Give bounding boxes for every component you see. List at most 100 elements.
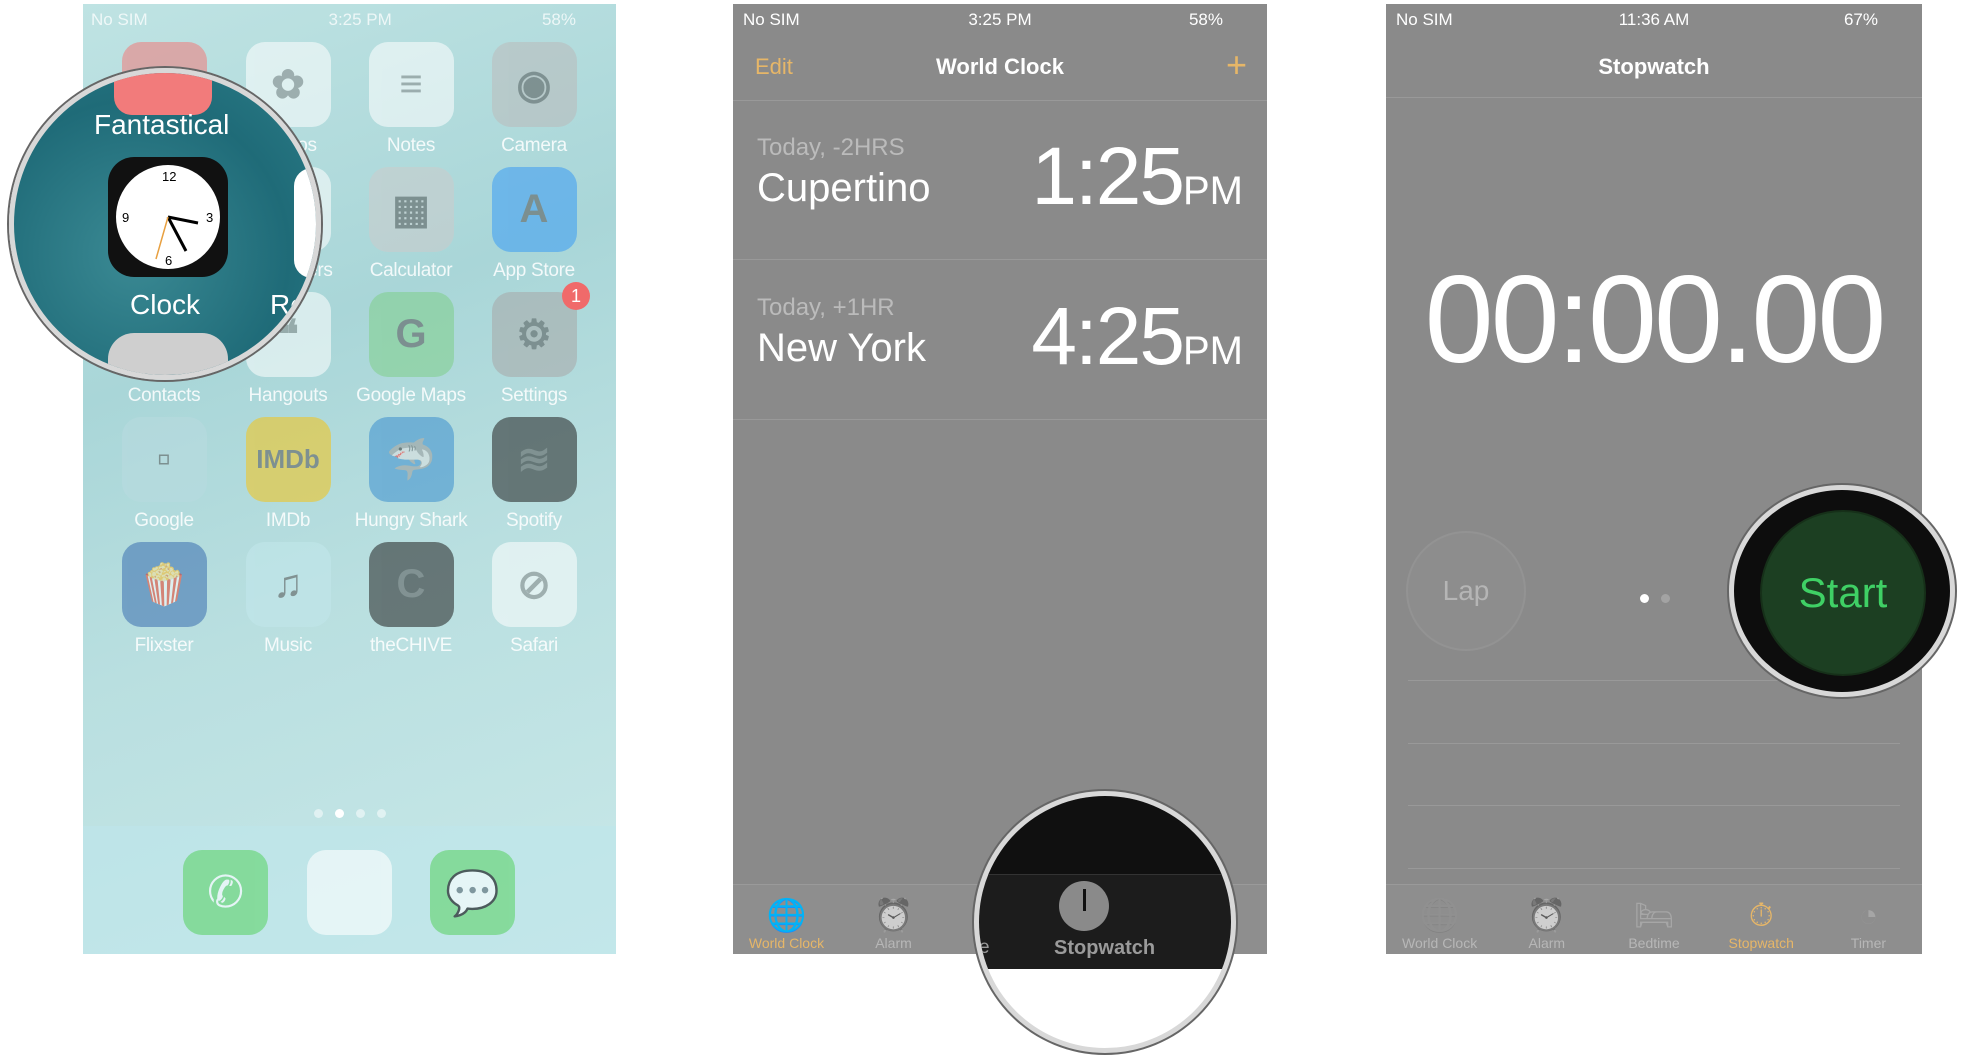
stopwatch-screen: No SIM 11:36 AM 67% Stopwatch 00:00.00 L… bbox=[1386, 4, 1922, 954]
safari-icon: ⊘ bbox=[491, 542, 577, 627]
app-spotify[interactable]: ≋ Spotify bbox=[474, 417, 594, 532]
battery-percent: 58% bbox=[541, 10, 576, 29]
tab-label: World Clock bbox=[1402, 935, 1478, 951]
ampm: PM bbox=[1183, 329, 1243, 373]
app-hungry-shark[interactable]: 🦈 Hungry Shark bbox=[351, 417, 471, 532]
tab-world-clock[interactable]: 🌐 World Clock bbox=[733, 885, 840, 954]
notes-icon: ≡ bbox=[368, 42, 454, 127]
app-calculator[interactable]: ▦ Calculator bbox=[351, 167, 471, 282]
globe-icon: 🌐 bbox=[766, 897, 807, 933]
svg-text:6: 6 bbox=[165, 253, 172, 268]
calculator-icon: ▦ bbox=[368, 167, 454, 252]
magnified-tab-bar: e Stopwatch bbox=[979, 874, 1231, 969]
app-google-maps[interactable]: G Google Maps bbox=[351, 292, 471, 407]
carrier: No SIM bbox=[743, 10, 800, 29]
tab-alarm[interactable]: ⏰ Alarm bbox=[1493, 885, 1600, 954]
stopwatch-icon: ⏱ bbox=[1748, 897, 1774, 933]
app-camera[interactable]: ◉ Camera bbox=[474, 42, 594, 157]
page-dot[interactable] bbox=[355, 809, 365, 818]
tab-label: Alarm bbox=[875, 935, 912, 951]
page-dot[interactable] bbox=[376, 809, 386, 818]
app-flixster[interactable]: 🍿 Flixster bbox=[104, 542, 224, 657]
app-label: Flixster bbox=[134, 635, 194, 656]
settings-icon: ⚙ bbox=[491, 292, 577, 377]
tab-timer[interactable]: ◔ Timer bbox=[1815, 885, 1922, 954]
nav-bar: Edit World Clock + bbox=[733, 44, 1267, 94]
tab-bar: 🌐 World Clock ⏰ Alarm 🛏 Bedtime ⏱ Stopwatch ◔ Tim… bbox=[1386, 884, 1922, 954]
clock-app-icon[interactable]: 12 3 6 9 bbox=[108, 157, 228, 277]
svg-text:3: 3 bbox=[206, 210, 213, 225]
carrier: No SIM bbox=[91, 10, 148, 29]
tab-world-clock[interactable]: 🌐 World Clock bbox=[1386, 885, 1493, 954]
spotify-icon: ≋ bbox=[491, 417, 577, 502]
stopwatch-time: 00:00.00 bbox=[1424, 251, 1887, 389]
partial-label: e bbox=[979, 937, 990, 958]
app-notes[interactable]: ≡ Notes bbox=[351, 42, 471, 157]
magnifier-label-fantastical: Fantastical bbox=[94, 109, 230, 140]
google-icon: ▫ bbox=[121, 417, 207, 502]
app-imdb[interactable]: IMDb IMDb bbox=[228, 417, 348, 532]
world-clock-row[interactable]: Today, +1HR New York 4:25PM bbox=[733, 260, 1267, 420]
page-indicator[interactable] bbox=[83, 805, 616, 823]
app-label: App Store bbox=[493, 260, 575, 281]
alarm-icon: ⏰ bbox=[873, 897, 914, 933]
magnifier-stopwatch-tab: e Stopwatch bbox=[974, 791, 1236, 1053]
timer-icon: ◔ bbox=[1858, 897, 1879, 933]
alarm-icon: ⏰ bbox=[1526, 897, 1567, 933]
city-time: 1:25PM bbox=[1031, 130, 1243, 224]
world-clock-row[interactable]: Today, -2HRS Cupertino 1:25PM bbox=[733, 100, 1267, 260]
app-music[interactable]: ♫ Music bbox=[228, 542, 348, 657]
tab-bedtime[interactable]: 🛏 Bedtime bbox=[1600, 885, 1707, 954]
globe-icon: 🌐 bbox=[1419, 897, 1460, 933]
city-name: New York bbox=[757, 326, 926, 370]
phone-dock-icon[interactable]: ✆ bbox=[183, 850, 268, 935]
add-button[interactable]: + bbox=[1226, 44, 1247, 86]
start-button[interactable]: Start bbox=[1760, 510, 1926, 676]
tab-alarm[interactable]: ⏰ Alarm bbox=[840, 885, 947, 954]
thechive-icon: C bbox=[368, 542, 454, 627]
tab-label: Stopwatch bbox=[1728, 935, 1794, 951]
page-dots[interactable] bbox=[1640, 590, 1670, 608]
page-dot[interactable] bbox=[334, 809, 344, 818]
app-label: Hangouts bbox=[248, 385, 328, 406]
app-google[interactable]: ▫ Google bbox=[104, 417, 224, 532]
app-thechive[interactable]: CtheCHIVE bbox=[351, 542, 471, 657]
ampm: PM bbox=[1183, 169, 1243, 213]
app-label: Music bbox=[263, 635, 313, 656]
edit-button[interactable]: Edit bbox=[755, 54, 793, 80]
bed-icon: 🛏 bbox=[1633, 897, 1675, 933]
tab-label: Alarm bbox=[1528, 935, 1566, 951]
tab-stopwatch[interactable]: ⏱ Stopwatch bbox=[1708, 885, 1815, 954]
app-app-store[interactable]: A App Store bbox=[474, 167, 594, 282]
app-settings[interactable]: ⚙ Settings 1 bbox=[474, 282, 594, 407]
status-bar: No SIM 3:25 PM 58% bbox=[733, 4, 1267, 32]
tab-label: World Clock bbox=[748, 935, 825, 951]
app-label: Calculator bbox=[369, 260, 453, 281]
app-label: Google Maps bbox=[356, 385, 466, 406]
page-title: World Clock bbox=[936, 54, 1064, 79]
chrome-dock-icon[interactable]: ◍ bbox=[307, 850, 392, 935]
battery-percent: 58% bbox=[1188, 10, 1223, 29]
lap-button[interactable]: Lap bbox=[1406, 531, 1526, 651]
time-value: 1:25 bbox=[1031, 131, 1185, 222]
tab-stopwatch[interactable]: Stopwatch bbox=[1054, 937, 1155, 960]
messages-dock-icon[interactable]: 💬 bbox=[430, 850, 515, 935]
magnifier-clock: Fantastical 12 3 6 9 Clock Re bbox=[9, 68, 321, 380]
svg-text:12: 12 bbox=[162, 169, 176, 184]
page-dot[interactable] bbox=[313, 809, 323, 818]
notification-badge: 1 bbox=[562, 282, 590, 310]
fantastical-icon bbox=[114, 73, 212, 115]
contacts-icon bbox=[108, 333, 228, 375]
svg-text:9: 9 bbox=[122, 210, 129, 225]
magnifier-start: Start bbox=[1729, 485, 1955, 697]
status-time: 3:25 PM bbox=[328, 10, 392, 29]
app-label: Safari bbox=[510, 635, 558, 656]
app-label: Spotify bbox=[506, 510, 562, 531]
app-label: Camera bbox=[501, 135, 567, 156]
status-time: 3:25 PM bbox=[968, 10, 1032, 29]
time-value: 4:25 bbox=[1031, 291, 1185, 382]
city-time: 4:25PM bbox=[1031, 290, 1243, 384]
app-safari[interactable]: ⊘ Safari bbox=[474, 542, 594, 657]
status-bar: No SIM 3:25 PM 58% bbox=[83, 4, 616, 32]
battery-percent: 67% bbox=[1843, 10, 1878, 29]
